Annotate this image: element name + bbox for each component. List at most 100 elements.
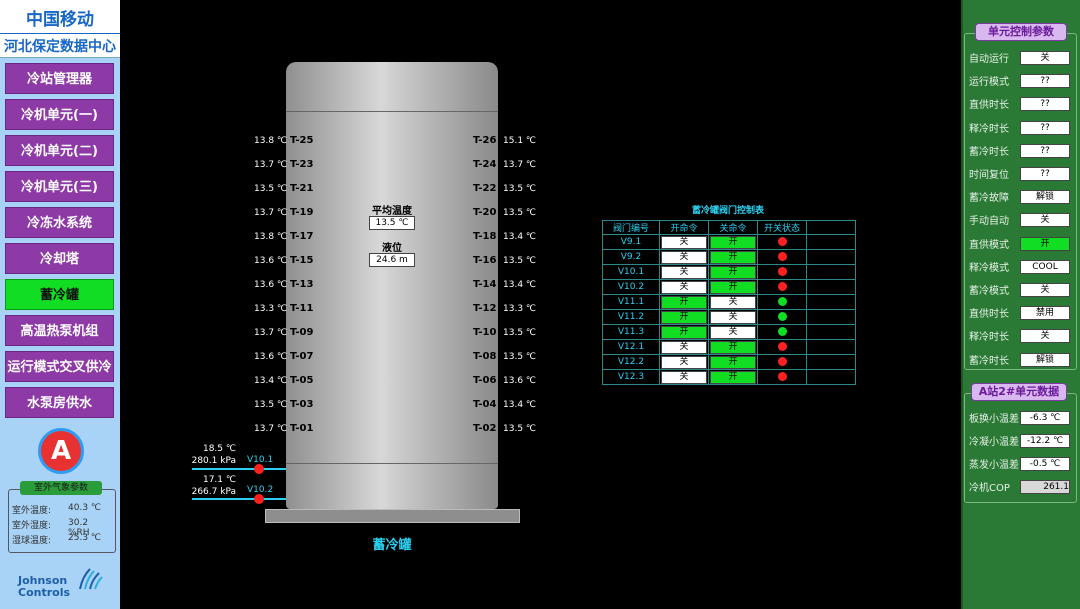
close-command-button[interactable]: 开: [710, 280, 756, 294]
open-command-button[interactable]: 开: [661, 325, 707, 339]
close-command-button[interactable]: 开: [710, 340, 756, 354]
left-sensor-name: T-07: [290, 351, 314, 362]
storage-tank: [286, 62, 498, 509]
param-value[interactable]: ??: [1020, 97, 1070, 112]
param-value[interactable]: 解锁: [1020, 352, 1070, 367]
unit-data-label: 冷机COP: [969, 483, 1010, 494]
unit-data-value: -12.2 ℃: [1020, 434, 1070, 448]
close-command-button[interactable]: 开: [710, 265, 756, 279]
pipe-1-temp: 18.5 ℃: [202, 444, 236, 454]
valve-status-indicator: [777, 267, 787, 276]
valve-status-indicator: [777, 297, 787, 306]
left-sensor-temp: 13.6 ℃: [254, 256, 288, 266]
close-command-button[interactable]: 关: [710, 295, 756, 309]
param-value[interactable]: ??: [1020, 74, 1070, 89]
valve-v10-1-indicator[interactable]: [254, 464, 264, 474]
open-command-button[interactable]: 关: [661, 280, 707, 294]
right-sensor-name: T-22: [473, 183, 497, 194]
unit-data-value: -0.5 ℃: [1020, 457, 1070, 471]
right-sensor-temp: 13.5 ℃: [503, 328, 537, 338]
level-value: 24.6 m: [369, 253, 415, 267]
pipe-1: [192, 468, 286, 470]
param-label: 蓄冷故障: [969, 193, 1009, 205]
valve-id: V10.1: [602, 264, 660, 280]
valve-row: V10.1 关开: [602, 264, 856, 280]
param-label: 释冷时长: [969, 332, 1009, 344]
close-command-button[interactable]: 关: [710, 310, 756, 324]
valve-status-indicator: [777, 357, 787, 366]
col-status: 开关状态: [757, 220, 807, 235]
valve-row: V9.1 关开: [602, 234, 856, 250]
open-command-button[interactable]: 关: [661, 370, 707, 384]
open-command-button[interactable]: 关: [661, 235, 707, 249]
valve-row: V12.2 关开: [602, 354, 856, 370]
open-command-button[interactable]: 关: [661, 265, 707, 279]
close-command-button[interactable]: 开: [710, 250, 756, 264]
param-label: 释冷模式: [969, 262, 1009, 274]
param-value[interactable]: ??: [1020, 143, 1070, 158]
param-value[interactable]: 解锁: [1020, 190, 1070, 205]
open-command-button[interactable]: 关: [661, 340, 707, 354]
param-value[interactable]: 关: [1020, 329, 1070, 344]
nav-item-8[interactable]: 运行模式交叉供冷: [5, 351, 114, 382]
param-value[interactable]: 关: [1020, 283, 1070, 297]
spare-cell: [806, 279, 856, 295]
nav-item-1[interactable]: 冷机单元(一): [5, 99, 114, 130]
right-sensor-temp: 15.1 ℃: [503, 136, 537, 146]
param-value[interactable]: 关: [1020, 213, 1070, 228]
open-command-button[interactable]: 开: [661, 310, 707, 324]
valve-id: V12.2: [602, 354, 660, 370]
unit-params-title: 单元控制参数: [975, 23, 1067, 41]
spare-cell: [806, 324, 856, 340]
open-command-button[interactable]: 关: [661, 250, 707, 264]
pipe-1-pressure: 280.1 kPa: [191, 456, 236, 466]
johnson-controls-logo-icon: [79, 568, 103, 590]
valve-row: V9.2 关开: [602, 249, 856, 265]
close-command-button[interactable]: 开: [710, 235, 756, 249]
valve-status-indicator: [777, 282, 787, 291]
param-label: 直供时长: [969, 309, 1009, 321]
valve-table: 阀门编号 开命令 关命令 开关状态 V9.1 关开 V9.2 关开 V10.1 关开 V10…: [602, 220, 856, 385]
param-value[interactable]: 开: [1020, 236, 1070, 251]
close-command-button[interactable]: 关: [710, 325, 756, 339]
param-value[interactable]: 关: [1020, 51, 1070, 65]
left-sensor-temp: 13.4 ℃: [254, 376, 288, 386]
valve-row: V11.3 开关: [602, 324, 856, 340]
station-badge: A: [38, 428, 84, 474]
nav-item-3[interactable]: 冷机单元(三): [5, 171, 114, 202]
unit-data-value: -6.3 ℃: [1020, 411, 1070, 425]
valve-status-indicator: [777, 237, 787, 246]
close-cmd-cell: 开: [708, 249, 758, 265]
param-value[interactable]: ??: [1020, 120, 1070, 135]
nav-item-0[interactable]: 冷站管理器: [5, 63, 114, 94]
tank-base: [265, 509, 520, 523]
valve-status-indicator: [777, 312, 787, 321]
close-cmd-cell: 关: [708, 294, 758, 310]
nav-item-2[interactable]: 冷机单元(二): [5, 135, 114, 166]
right-sensor-temp: 13.3 ℃: [503, 304, 537, 314]
valve-status-indicator: [777, 372, 787, 381]
close-command-button[interactable]: 开: [710, 355, 756, 369]
nav-item-6[interactable]: 蓄冷罐: [5, 279, 114, 310]
johnson-controls-logo-text: Johnson Controls: [18, 574, 71, 599]
close-command-button[interactable]: 开: [710, 370, 756, 384]
nav-item-4[interactable]: 冷冻水系统: [5, 207, 114, 238]
left-sensor-temp: 13.7 ℃: [254, 328, 288, 338]
nav-item-9[interactable]: 水泵房供水: [5, 387, 114, 418]
col-valve-id: 阀门编号: [602, 220, 660, 235]
valve-v10-2-indicator[interactable]: [254, 494, 264, 504]
right-sensor-temp: 13.5 ℃: [503, 208, 537, 218]
open-command-button[interactable]: 开: [661, 295, 707, 309]
status-cell: [757, 339, 807, 355]
status-cell: [757, 309, 807, 325]
param-value[interactable]: COOL: [1020, 259, 1070, 274]
unit-data-label: 蒸发小温差: [969, 460, 1019, 471]
param-value[interactable]: 禁用: [1020, 306, 1070, 321]
nav-item-7[interactable]: 高温热泵机组: [5, 315, 114, 346]
param-label: 运行模式: [969, 77, 1009, 89]
param-value[interactable]: ??: [1020, 167, 1070, 181]
nav-item-5[interactable]: 冷却塔: [5, 243, 114, 274]
open-command-button[interactable]: 关: [661, 355, 707, 369]
spare-cell: [806, 264, 856, 280]
param-label: 释冷时长: [969, 123, 1009, 135]
